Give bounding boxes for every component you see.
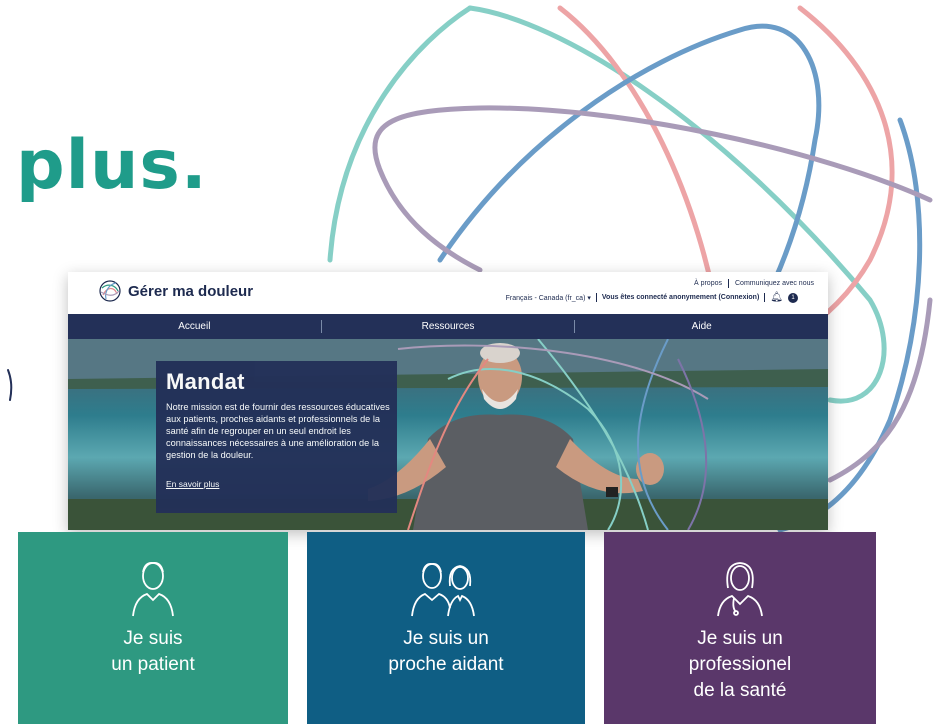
tile-label: Je suis un patient: [18, 626, 288, 678]
mission-card: Mandat Notre mission est de fournir des …: [156, 361, 397, 513]
top-links: À propos Communiquez avec nous: [694, 279, 814, 288]
tile-label: Je suis un professionel de la santé: [604, 626, 876, 704]
nav-accueil[interactable]: Accueil: [68, 321, 321, 332]
bell-icon[interactable]: 🔔︎: [770, 292, 783, 303]
divider: [728, 279, 729, 288]
nav-aide[interactable]: Aide: [575, 321, 828, 332]
site-logo[interactable]: Gérer ma douleur: [98, 279, 253, 303]
tile-line: de la santé: [693, 680, 787, 701]
tile-line: Je suis un: [697, 628, 783, 649]
learn-more-link[interactable]: En savoir plus: [166, 479, 219, 489]
nav-ressources[interactable]: Ressources: [322, 321, 575, 332]
tile-line: Je suis: [123, 628, 183, 649]
about-link[interactable]: À propos: [694, 280, 722, 287]
logo-icon: [99, 280, 121, 302]
contact-link[interactable]: Communiquez avec nous: [735, 280, 814, 287]
site-header: Gérer ma douleur À propos Communiquez av…: [68, 272, 828, 314]
user-menu: Français - Canada (fr_ca) ▾ Vous êtes co…: [506, 292, 798, 303]
main-nav: Accueil Ressources Aide: [68, 314, 828, 339]
tile-caregiver[interactable]: Je suis un proche aidant: [307, 532, 585, 724]
tile-line: proche aidant: [388, 654, 504, 675]
tile-line: Je suis un: [403, 628, 489, 649]
tile-patient[interactable]: Je suis un patient: [18, 532, 288, 724]
mission-text: Notre mission est de fournir des ressour…: [166, 402, 390, 460]
hero-banner: Mandat Notre mission est de fournir des …: [68, 339, 828, 530]
divider: [764, 293, 766, 302]
language-selector[interactable]: Français - Canada (fr_ca) ▾: [506, 294, 591, 302]
login-status[interactable]: Vous êtes connecté anonymement (Connexio…: [602, 294, 759, 301]
tile-line: professionel: [688, 654, 792, 675]
logo-text: Gérer ma douleur: [128, 282, 254, 300]
notification-badge: 1: [788, 292, 798, 303]
website-screenshot: Gérer ma douleur À propos Communiquez av…: [68, 272, 828, 530]
language-label: Français - Canada (fr_ca): [505, 294, 586, 302]
divider: [595, 293, 597, 302]
tile-professional[interactable]: Je suis un professionel de la santé: [604, 532, 876, 724]
health-professional-icon: [717, 562, 763, 617]
mission-title: Mandat: [166, 369, 245, 394]
tile-label: Je suis un proche aidant: [307, 626, 585, 678]
caregivers-icon: [411, 563, 475, 617]
headline: plus.: [16, 126, 208, 205]
patient-icon: [132, 562, 174, 617]
tile-line: un patient: [111, 654, 195, 675]
